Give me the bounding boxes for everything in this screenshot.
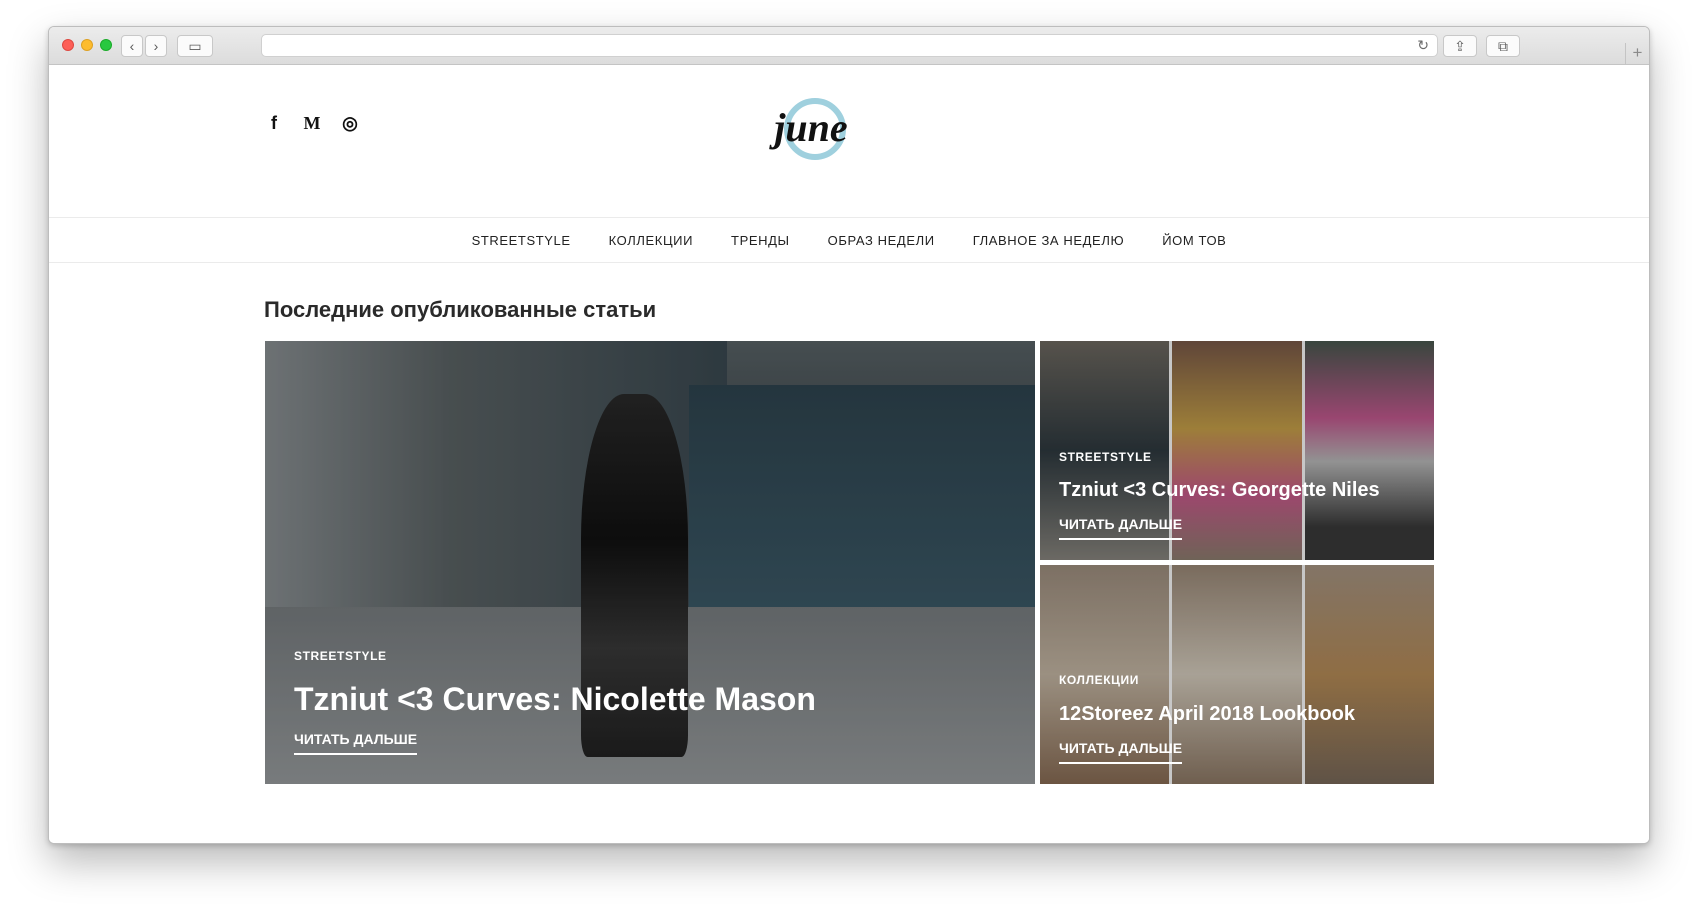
read-more-link[interactable]: ЧИТАТЬ ДАЛЬШЕ [1059,516,1183,540]
tabs-overview-button[interactable]: ⧉ [1486,35,1520,57]
article-title[interactable]: Tzniut <3 Curves: Georgette Niles [1059,479,1380,502]
article-card[interactable]: STREETSTYLE Tzniut <3 Curves: Nicolette … [265,341,1035,784]
medium-icon[interactable]: M [302,113,322,134]
forward-button[interactable]: › [145,35,167,57]
share-button[interactable]: ⇪ [1443,35,1477,57]
tabs-icon: ⧉ [1498,38,1508,54]
read-more-link[interactable]: ЧИТАТЬ ДАЛЬШЕ [294,731,418,755]
instagram-icon[interactable]: ◎ [340,113,360,134]
address-bar[interactable]: ↻ [261,34,1438,57]
article-category[interactable]: STREETSTYLE [294,649,387,663]
minimize-window-button[interactable] [81,39,93,51]
close-window-button[interactable] [62,39,74,51]
sidebar-toggle-button[interactable]: ▭ [177,35,213,57]
read-more-link[interactable]: ЧИТАТЬ ДАЛЬШЕ [1059,740,1183,764]
article-card[interactable]: STREETSTYLE Tzniut <3 Curves: Georgette … [1040,341,1434,560]
nav-item-yom-tov[interactable]: ЙОМ ТОВ [1162,233,1226,248]
articles-grid: STREETSTYLE Tzniut <3 Curves: Nicolette … [265,341,1434,784]
nav-item-streetstyle[interactable]: STREETSTYLE [472,233,571,248]
zoom-window-button[interactable] [100,39,112,51]
plus-icon: + [1632,43,1643,62]
nav-item-collections[interactable]: КОЛЛЕКЦИИ [609,233,693,248]
page: f M ◎ june STREETSTYLE КОЛЛЕКЦИИ ТРЕНДЫ … [49,65,1649,843]
main-nav: STREETSTYLE КОЛЛЕКЦИИ ТРЕНДЫ ОБРАЗ НЕДЕЛ… [49,217,1649,263]
new-tab-button[interactable]: + [1625,43,1649,65]
back-button[interactable]: ‹ [121,35,143,57]
section-title: Последние опубликованные статьи [264,297,657,322]
nav-item-look-of-week[interactable]: ОБРАЗ НЕДЕЛИ [828,233,935,248]
browser-window: ‹ › ▭ ↻ ⇪ ⧉ + f M ◎ june STREETSTYLE КОЛ… [48,26,1650,844]
site-logo[interactable]: june [761,89,861,169]
sidebar-icon: ▭ [188,38,202,54]
chevron-left-icon: ‹ [129,38,135,54]
social-links: f M ◎ [264,113,360,134]
article-title[interactable]: 12Storeez April 2018 Lookbook [1059,703,1355,726]
article-title[interactable]: Tzniut <3 Curves: Nicolette Mason [294,681,816,718]
chevron-right-icon: › [153,38,159,54]
article-card[interactable]: КОЛЛЕКЦИИ 12Storeez April 2018 Lookbook … [1040,565,1434,784]
logo-text: june [768,105,847,150]
nav-item-weekly-highlights[interactable]: ГЛАВНОЕ ЗА НЕДЕЛЮ [973,233,1125,248]
article-category[interactable]: КОЛЛЕКЦИИ [1059,673,1139,687]
nav-item-trends[interactable]: ТРЕНДЫ [731,233,790,248]
share-icon: ⇪ [1454,38,1466,54]
facebook-icon[interactable]: f [264,113,284,134]
article-category[interactable]: STREETSTYLE [1059,450,1152,464]
reload-icon[interactable]: ↻ [1417,37,1429,54]
browser-toolbar: ‹ › ▭ ↻ ⇪ ⧉ + [49,27,1649,65]
